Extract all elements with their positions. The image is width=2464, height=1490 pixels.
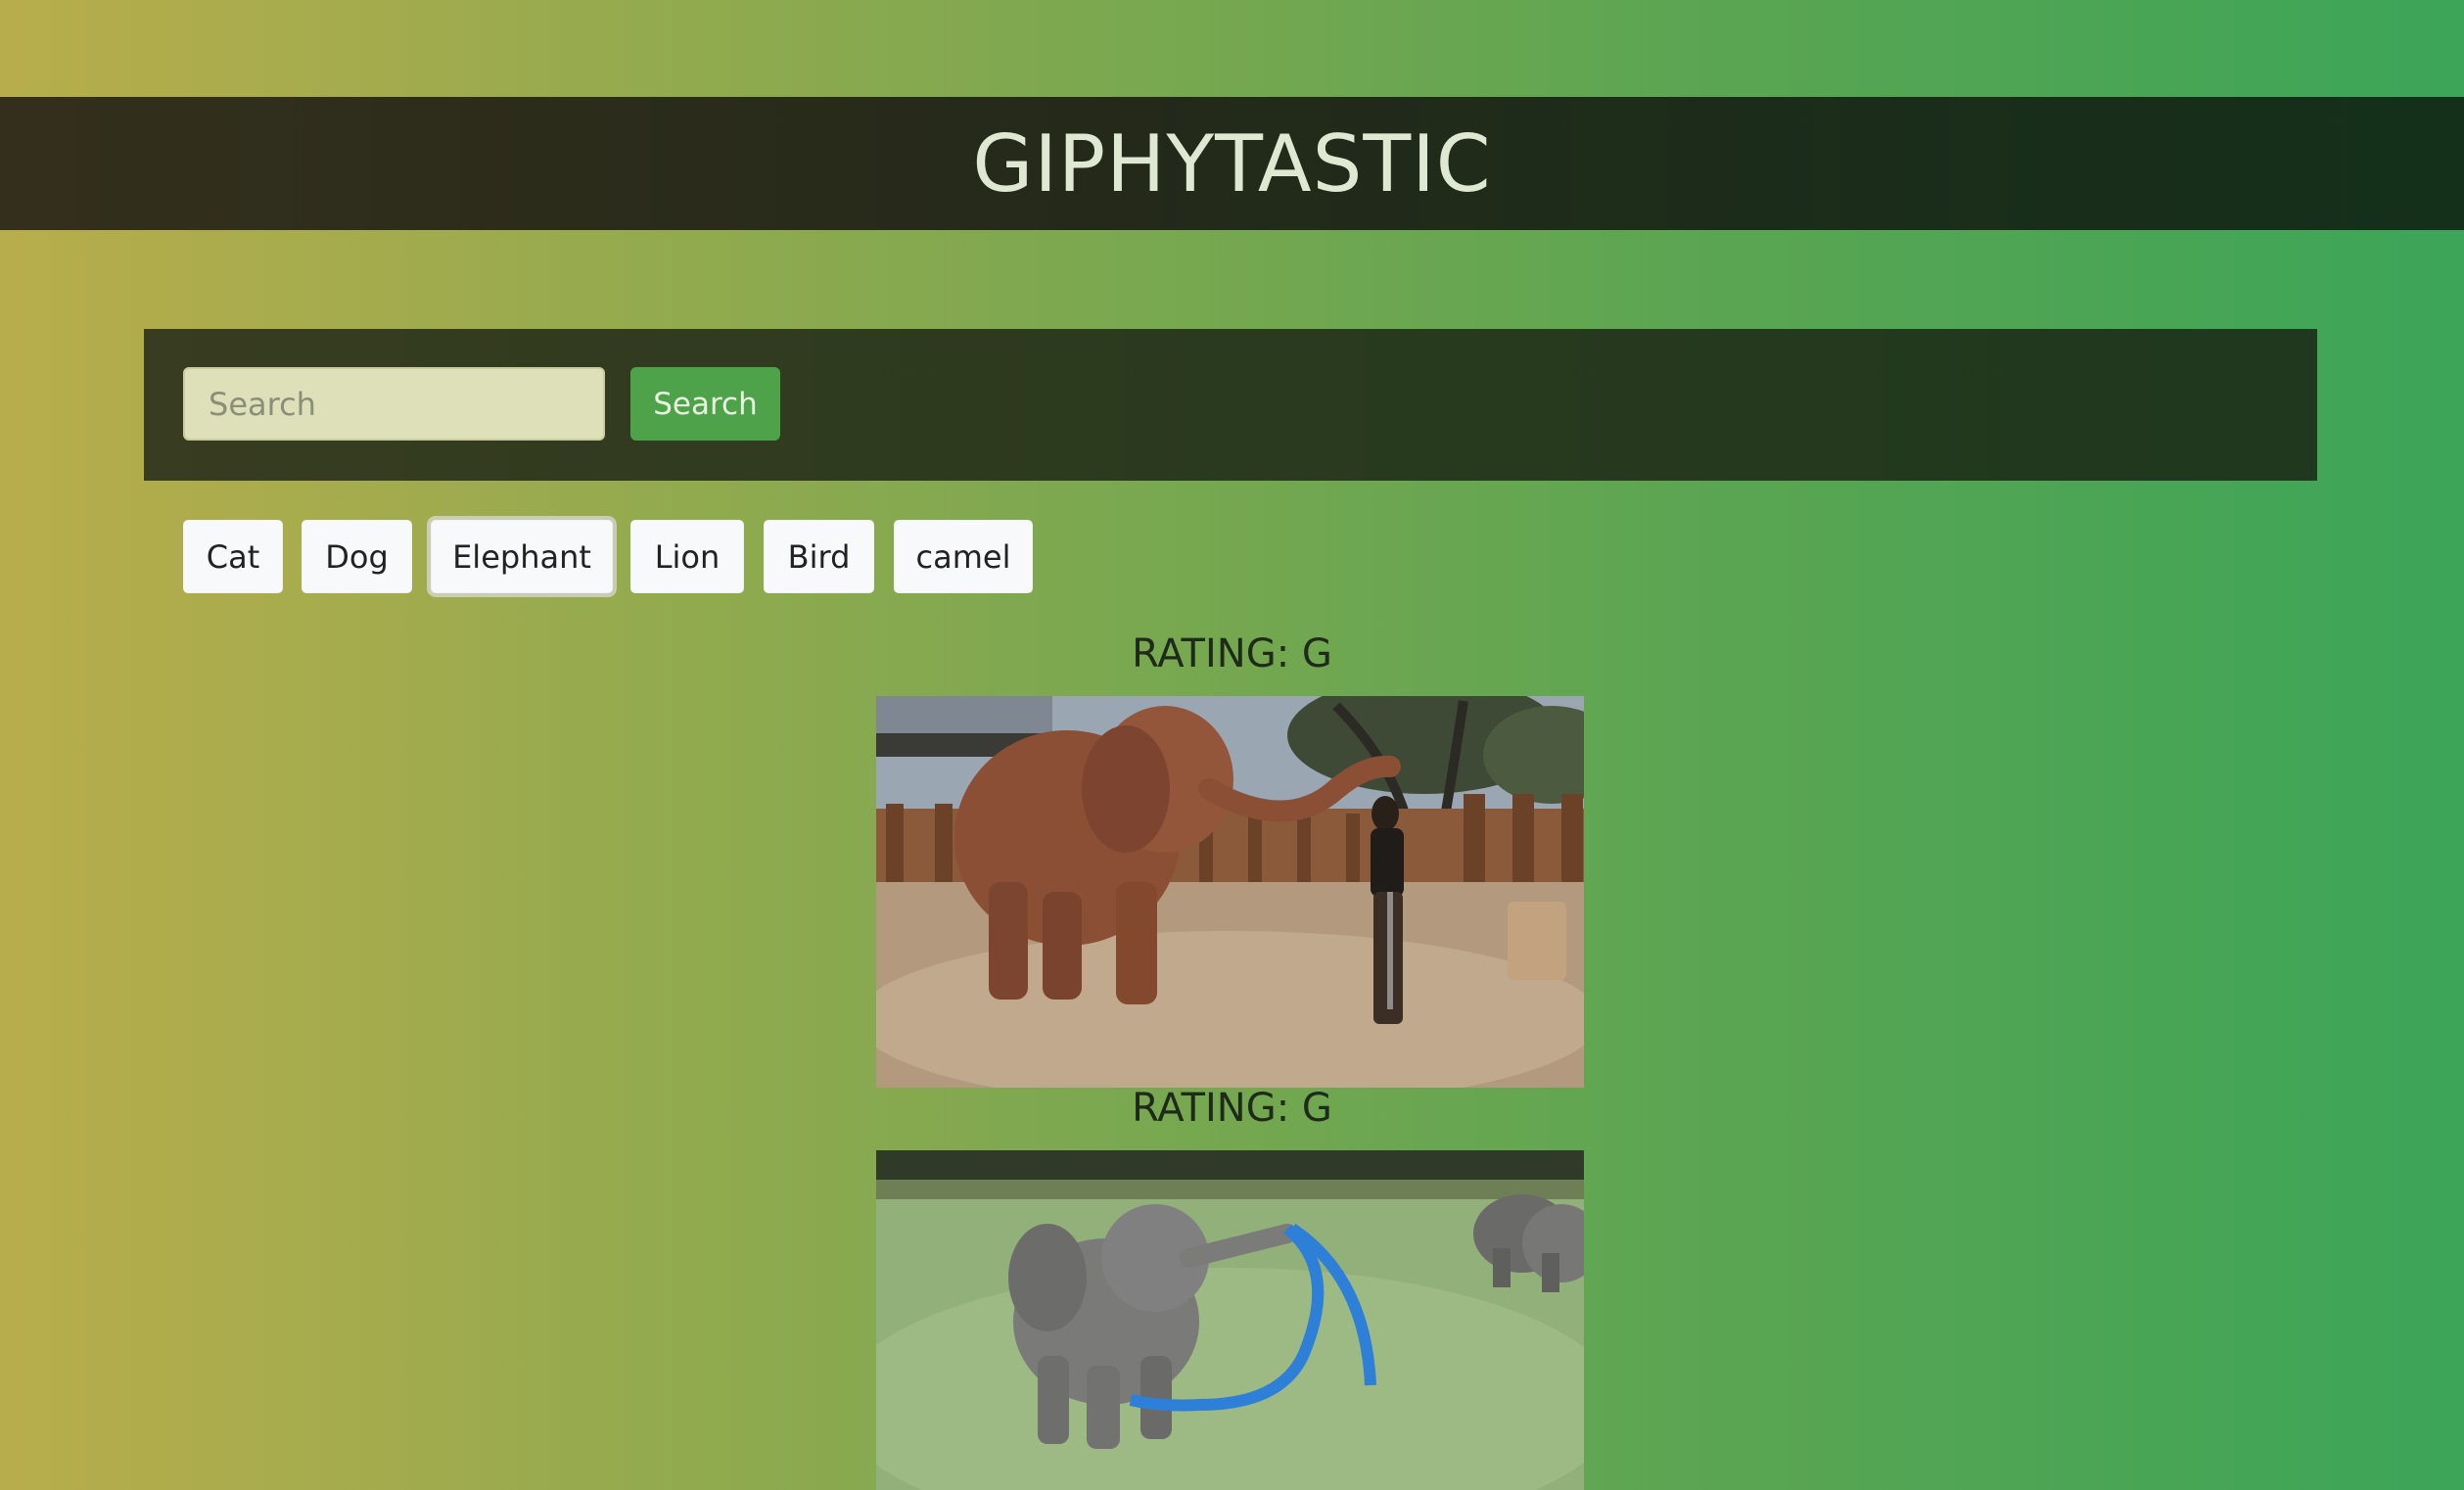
topic-button-bird[interactable]: Bird [764, 520, 874, 593]
topic-button-lion[interactable]: Lion [630, 520, 744, 593]
search-panel: Search [144, 329, 2317, 481]
elephant-gif-image[interactable] [876, 1150, 1584, 1490]
topic-button-camel[interactable]: camel [894, 520, 1033, 593]
search-button[interactable]: Search [630, 367, 780, 441]
search-input[interactable] [183, 367, 605, 441]
gif-rating: RATING: G [1132, 631, 1332, 676]
topic-button-dog[interactable]: Dog [302, 520, 412, 593]
elephant-gif-image[interactable] [876, 696, 1584, 1088]
topic-button-cat[interactable]: Cat [183, 520, 283, 593]
page-title: GIPHYTASTIC [972, 117, 1492, 210]
gif-rating: RATING: G [1132, 1086, 1332, 1131]
topic-button-elephant[interactable]: Elephant [431, 520, 613, 593]
page-header: GIPHYTASTIC [0, 97, 2464, 230]
